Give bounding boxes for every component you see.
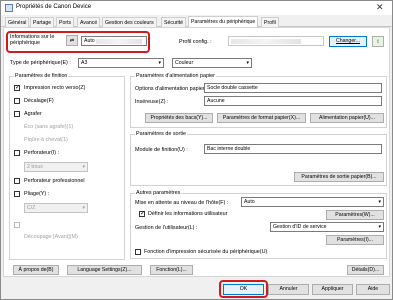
chevron-down-icon: ▾ [158,60,161,66]
paper-feed-group-title: Paramètres d'alimentation papier [135,73,216,79]
tab-bar: Général Partage Ports Avancé Gestion des… [1,16,392,27]
tab-ports[interactable]: Ports [56,17,75,27]
user-management-select[interactable]: Gestion d'ID de service ▾ [270,222,384,232]
tab-advanced[interactable]: Avancé [77,17,101,27]
details-button[interactable]: Détails(D)... [347,265,384,275]
user-info-checkbox[interactable]: ✓ [139,211,145,217]
finish-module-field[interactable]: Bac interne double [204,144,382,154]
offset-checkbox[interactable] [14,98,20,104]
user-info-label: Définir les informations utilisateur [148,211,228,217]
inserter-field[interactable]: Aucune [204,96,382,106]
fold-label: Pliage(Y) : [24,191,50,197]
ok-button[interactable]: OK [223,284,264,295]
fold-checkbox[interactable] [14,191,20,197]
refresh-icon: ⇄ [69,38,75,44]
feed-option-label: Options d'alimentation papier : [135,86,208,92]
finishing-group-title: Paramètres de finition [14,73,69,79]
trim-label: Découpage [Avant](M) [24,234,78,240]
color-mode-select[interactable]: Couleur ▾ [172,58,252,68]
language-settings-button[interactable]: Language Settings(Z)... [67,265,142,275]
device-info-label: Informations sur le périphérique [10,34,55,46]
paper-output-settings-button[interactable]: Paramètres de sortie papier(B)... [294,172,384,182]
help-button[interactable]: Aide [356,284,390,295]
export-profile-button[interactable]: ⇪ [372,36,384,47]
user-management-label: Gestion de l'utilisateur(L) : [135,225,198,231]
export-icon: ⇪ [375,39,381,45]
secure-print-label: Fonction d'impression sécurisée du périp… [144,249,268,255]
staple-label: Agrafer [24,111,42,117]
standby-select[interactable]: Auto ▾ [241,197,384,207]
tab-device-settings[interactable]: Paramètres du périphérique [188,16,259,27]
chevron-down-icon: ▾ [378,199,381,205]
saddle-stitch-label: Piqûre à cheval(1) [24,137,68,143]
about-button[interactable]: À propos de(B) [13,265,59,275]
duplex-checkbox[interactable]: ✓ [14,85,20,91]
eco-staple-label: Éco (sans agrafe)(1) [24,124,74,130]
paper-feed-button[interactable]: Alimentation papier(U)... [310,113,384,123]
paper-size-settings-button[interactable]: Paramètres de format papier(X)... [217,113,306,123]
properties-dialog: Propriétés de Canon Device ✕ Général Par… [0,0,393,300]
device-type-label: Type de périphérique(E) : [10,60,71,66]
chevron-down-icon: ▾ [82,164,85,170]
cancel-button[interactable]: Annuler [268,284,309,295]
function-button[interactable]: Fonction(L)... [150,265,193,275]
trim-checkbox[interactable] [14,222,20,228]
refresh-button[interactable]: ⇄ [66,35,78,46]
device-type-select[interactable]: A3 ▾ [78,58,164,68]
user-management-settings-button[interactable]: Paramètres(I)... [326,235,384,245]
output-group-title: Paramètres de sortie [135,131,188,137]
chevron-down-icon: ▾ [378,224,381,230]
redacted-text [96,39,142,44]
offset-label: Décalage(F) [24,98,54,104]
profile-label: Profil config. : [179,39,212,45]
duplex-label: Impression recto verso(Z) [24,85,86,91]
window-title: Propriétés de Canon Device [16,4,92,10]
device-settings-panel: Informations sur le périphérique ⇄ Auto … [3,27,390,277]
tray-properties-button[interactable]: Propriétés des bacs(Y)... [145,113,213,123]
tab-sharing[interactable]: Partage [30,17,55,27]
staple-checkbox[interactable] [14,111,20,117]
standby-label: Mise en attente au niveau de l'hôte(F) : [135,200,229,206]
apply-button[interactable]: Appliquer [312,284,353,295]
secure-print-checkbox[interactable] [135,249,141,255]
change-profile-button[interactable]: Changer... [329,36,367,47]
printer-icon [5,4,13,12]
fold-select[interactable]: C/Z ▾ [24,203,88,213]
tab-color-management[interactable]: Gestion des couleurs [102,17,157,27]
feed-option-field[interactable]: Socle double cassette [204,83,382,93]
tab-general[interactable]: Général [5,17,30,27]
punch-label: Perforateur(I) : [24,150,60,156]
tab-profile[interactable]: Profil [261,17,279,27]
tab-security[interactable]: Sécurité [161,17,187,27]
pro-punch-label: Perforateur professionnel [24,178,85,184]
pro-punch-checkbox[interactable] [14,178,20,184]
profile-field [228,36,324,46]
inserter-label: Inséreuse(Z) : [135,99,169,105]
chevron-down-icon: ▾ [246,60,249,66]
device-info-field[interactable]: Auto [81,36,147,46]
finish-module-label: Module de finition(U) : [135,147,188,153]
redacted-text [231,39,301,44]
close-icon[interactable]: ✕ [376,2,384,13]
punch-checkbox[interactable] [14,150,20,156]
title-bar: Propriétés de Canon Device ✕ [1,1,392,15]
chevron-down-icon: ▾ [82,205,85,211]
user-info-settings-button[interactable]: Paramètres(W)... [326,210,384,220]
punch-select[interactable]: 2 trous ▾ [24,162,88,172]
other-settings-group-title: Autres paramètres [135,190,182,196]
